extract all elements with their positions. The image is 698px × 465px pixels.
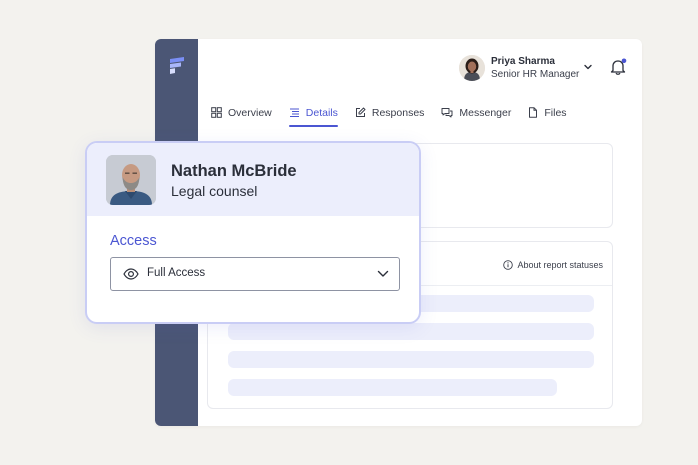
chevron-down-icon: [377, 270, 389, 277]
tab-overview[interactable]: Overview: [211, 99, 272, 126]
file-icon: [529, 107, 538, 118]
skeleton-row: [228, 323, 594, 340]
tab-responses[interactable]: Responses: [355, 99, 425, 126]
skeleton-row: [228, 379, 557, 396]
about-report-statuses-link[interactable]: About report statuses: [503, 260, 603, 270]
info-icon: [503, 260, 514, 270]
tab-label: Details: [305, 106, 338, 119]
user-role: Senior HR Manager: [491, 69, 580, 80]
eye-icon: [123, 268, 139, 280]
tab-label: Messenger: [459, 106, 512, 119]
chevron-down-icon[interactable]: [583, 62, 593, 72]
access-label: Access: [110, 233, 157, 249]
about-report-statuses-label: About report statuses: [517, 260, 603, 270]
tab-files[interactable]: Files: [528, 99, 567, 126]
tab-label: Overview: [228, 106, 272, 119]
tab-details[interactable]: Details: [288, 99, 338, 127]
user-access-popup: Nathan McBride Legal counsel Access Full…: [85, 141, 421, 324]
app-logo-icon[interactable]: [167, 56, 187, 76]
popup-header: Nathan McBride Legal counsel: [87, 143, 419, 216]
member-avatar: [106, 155, 156, 205]
user-name: Priya Sharma: [491, 56, 555, 67]
user-menu[interactable]: Priya Sharma Senior HR Manager: [459, 55, 579, 81]
user-avatar: [459, 55, 485, 81]
tab-label: Files: [544, 106, 567, 119]
notification-dot: [621, 58, 627, 64]
edit-icon: [355, 107, 366, 117]
tab-label: Responses: [371, 106, 425, 119]
tab-messenger[interactable]: Messenger: [441, 99, 511, 126]
member-name: Nathan McBride: [171, 162, 297, 180]
member-role: Legal counsel: [171, 183, 258, 199]
bell-icon[interactable]: [609, 58, 627, 76]
access-select[interactable]: Full Access: [110, 257, 400, 291]
list-icon: [289, 108, 299, 118]
tab-bar: Overview Details Responses Messenger Fil…: [211, 99, 584, 127]
skeleton-row: [228, 351, 594, 368]
access-select-value: Full Access: [147, 267, 206, 279]
grid-icon: [211, 107, 222, 118]
chat-icon: [441, 108, 453, 118]
